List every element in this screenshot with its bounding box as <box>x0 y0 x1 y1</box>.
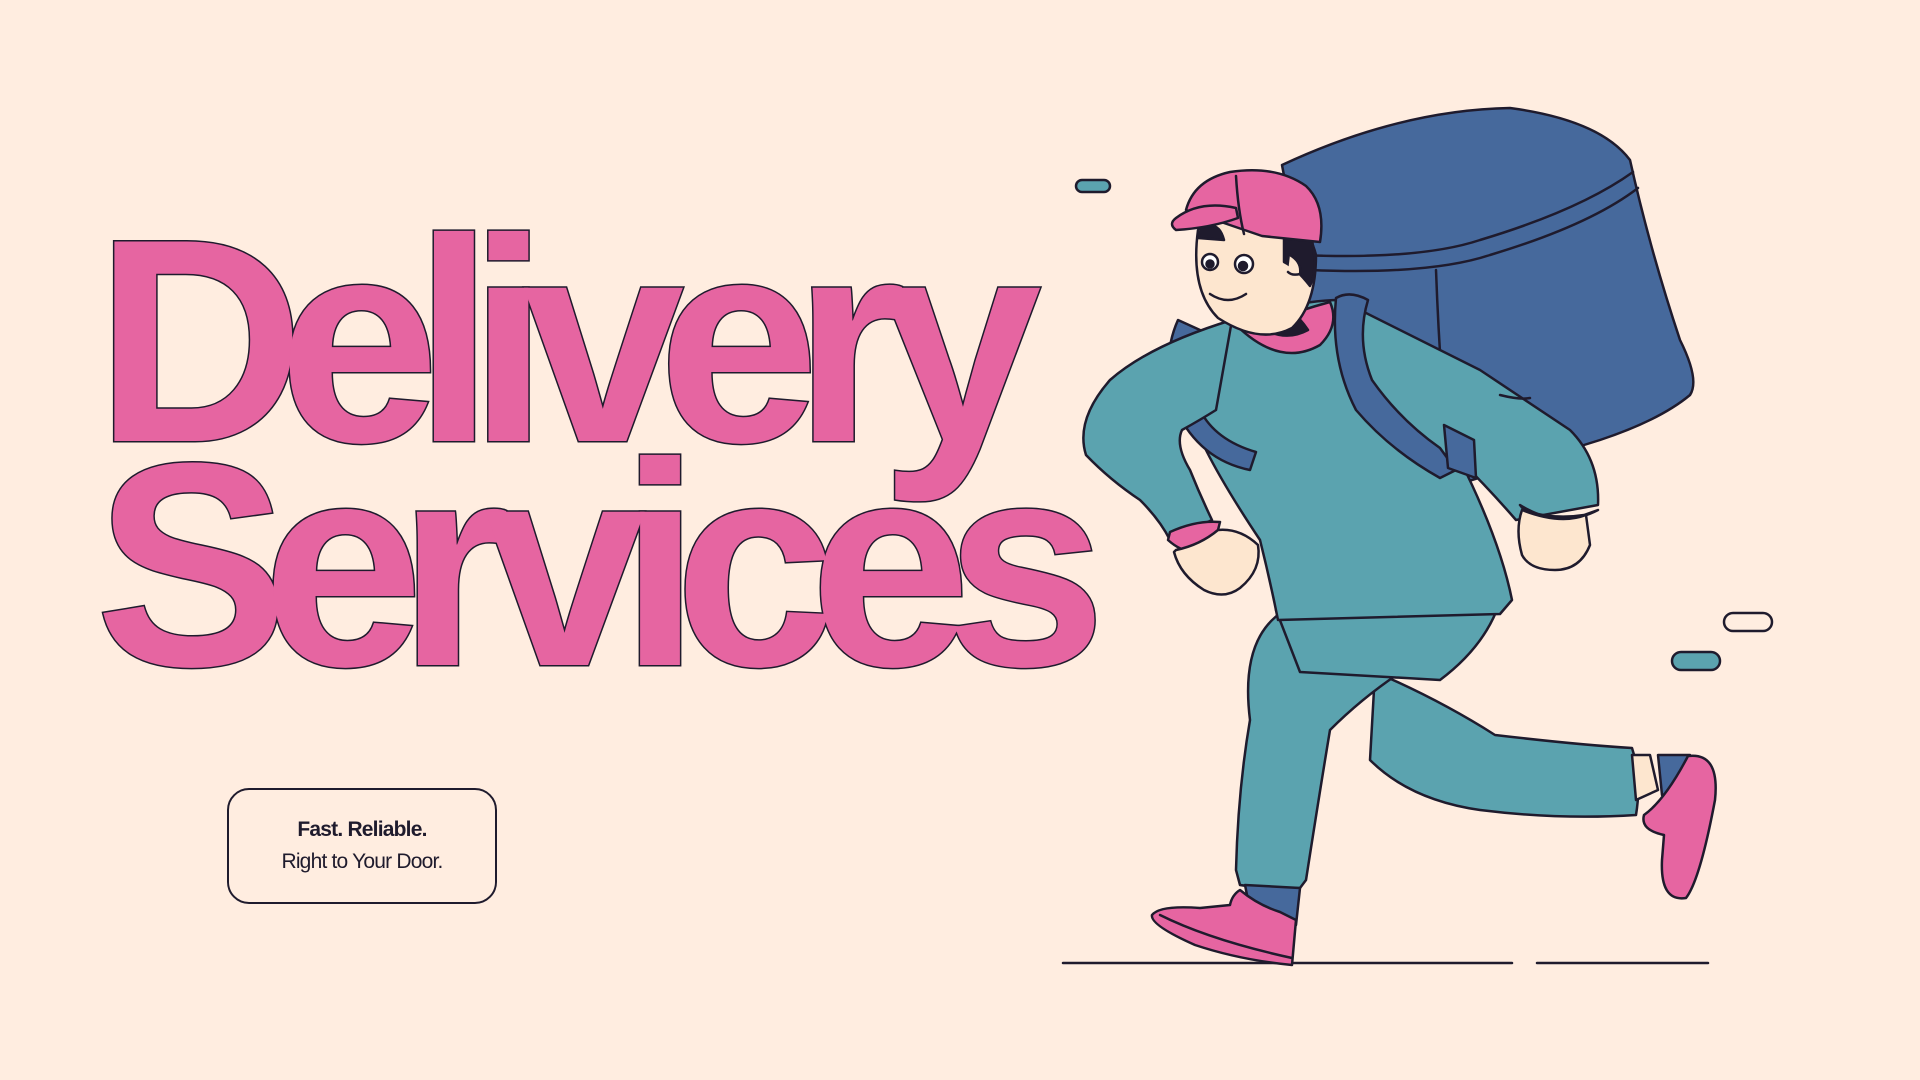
back-leg <box>1368 670 1692 818</box>
pants-waist <box>1274 608 1498 682</box>
cap-icon <box>1170 169 1323 244</box>
back-arm <box>1517 503 1600 572</box>
courier-illustration <box>1061 106 1774 967</box>
